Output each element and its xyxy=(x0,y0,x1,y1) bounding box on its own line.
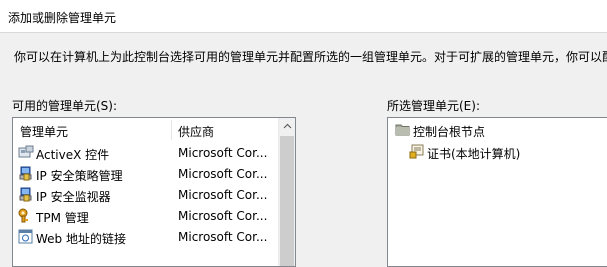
certificates-icon xyxy=(409,144,425,159)
snapin-name: ActiveX 控件 xyxy=(36,148,110,162)
snapin-name: TPM 管理 xyxy=(36,211,89,225)
vertical-scrollbar[interactable] xyxy=(278,118,295,266)
column-header-name[interactable]: 管理单元 xyxy=(20,123,68,140)
snapin-name: IP 安全策略管理 xyxy=(36,169,123,183)
available-snapins-label: 可用的管理单元(S): xyxy=(12,99,118,113)
list-item[interactable]: ActiveX 控件 Microsoft Cor... xyxy=(13,142,279,163)
list-item[interactable]: TPM 管理 Microsoft Cor... xyxy=(13,205,279,226)
snapin-vendor: Microsoft Cor... xyxy=(178,230,268,244)
snapin-name: IP 安全监视器 xyxy=(36,190,111,204)
folder-icon xyxy=(395,122,411,137)
tree-node-label: 证书(本地计算机) xyxy=(427,147,521,161)
list-header: 管理单元 供应商 xyxy=(13,118,279,142)
scroll-up-arrow-icon[interactable] xyxy=(279,118,295,135)
snapin-vendor: Microsoft Cor... xyxy=(178,188,268,202)
column-header-vendor[interactable]: 供应商 xyxy=(178,123,214,140)
selected-snapins-tree[interactable]: 控制台根节点 证书(本地计算机) xyxy=(387,117,607,267)
list-item[interactable]: IP 安全监视器 Microsoft Cor... xyxy=(13,184,279,205)
snapin-rows: ActiveX 控件 Microsoft Cor... IP 安全策略管理 Mi… xyxy=(13,142,279,247)
description-text: 你可以在计算机上为此控制台选择可用的管理单元并配置所选的一组管理单元。对于可扩展… xyxy=(14,50,607,64)
ip-security-policy-icon xyxy=(18,166,34,181)
scrollbar-thumb[interactable] xyxy=(280,136,294,266)
snapin-vendor: Microsoft Cor... xyxy=(178,146,268,160)
list-item[interactable]: IP 安全策略管理 Microsoft Cor... xyxy=(13,163,279,184)
ip-security-monitor-icon xyxy=(18,187,34,202)
snapin-vendor: Microsoft Cor... xyxy=(178,209,268,223)
tree-node-label: 控制台根节点 xyxy=(413,125,486,139)
tpm-key-icon xyxy=(18,208,34,223)
title-bar: 添加或删除管理单元 xyxy=(0,0,607,33)
available-snapins-list[interactable]: 管理单元 供应商 ActiveX 控件 Microsoft Cor... IP … xyxy=(12,117,296,267)
snapin-name: Web 地址的链接 xyxy=(36,232,126,246)
snapin-vendor: Microsoft Cor... xyxy=(178,167,268,181)
web-link-icon xyxy=(18,229,34,244)
column-separator[interactable] xyxy=(171,120,172,140)
selected-snapins-label: 所选管理单元(E): xyxy=(387,99,480,113)
activex-control-icon xyxy=(18,145,34,160)
list-item[interactable]: Web 地址的链接 Microsoft Cor... xyxy=(13,226,279,247)
window-title: 添加或删除管理单元 xyxy=(8,11,117,25)
